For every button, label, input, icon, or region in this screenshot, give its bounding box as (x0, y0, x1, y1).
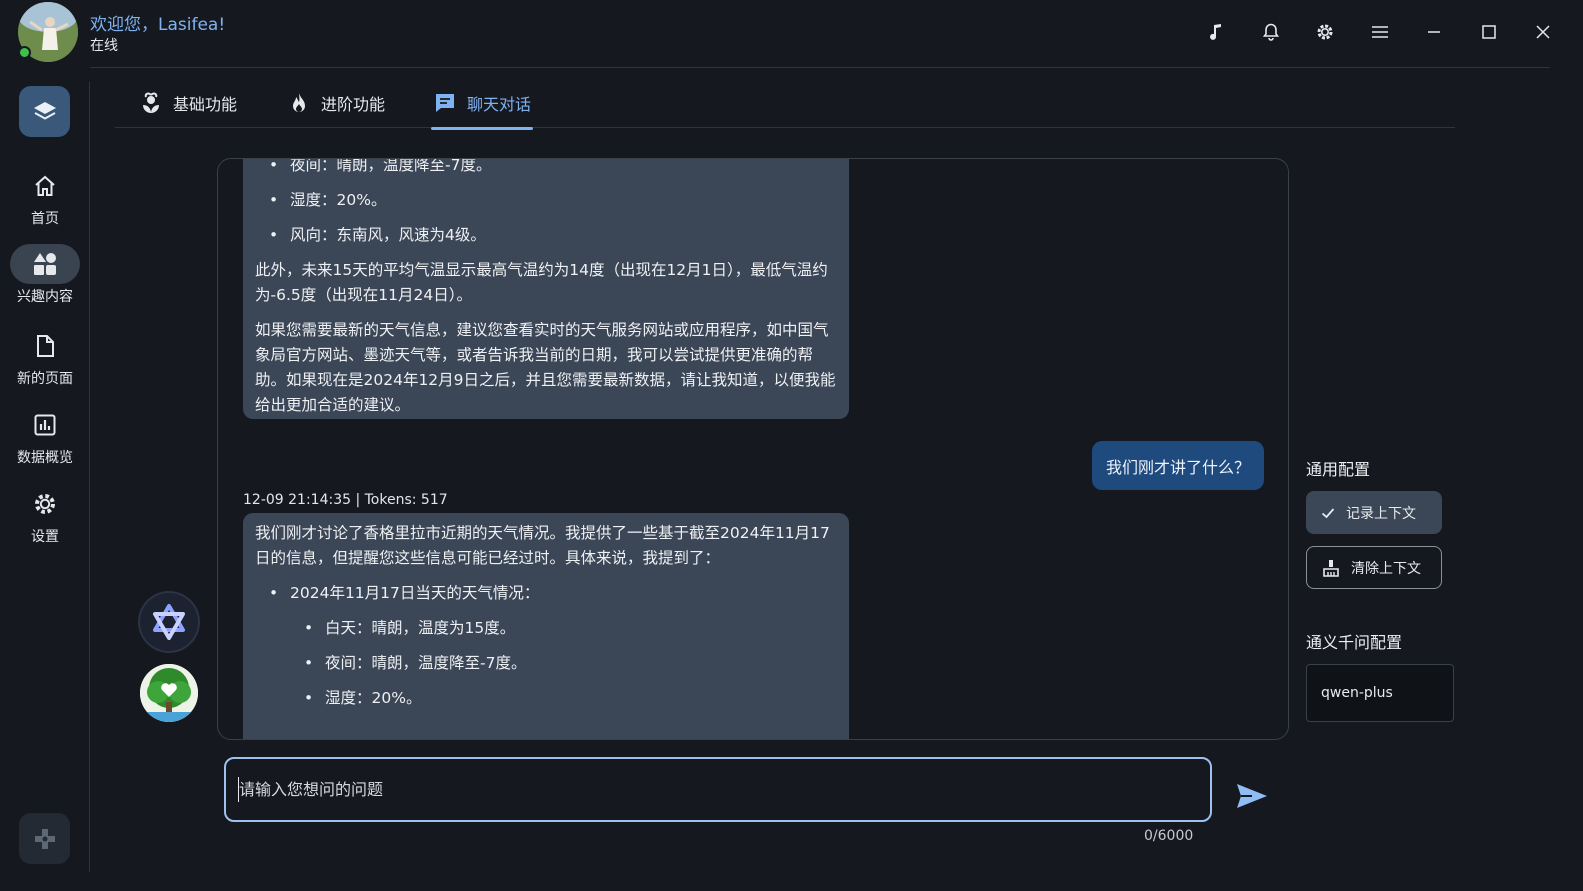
online-status-dot (18, 46, 31, 59)
message-input[interactable] (226, 759, 1210, 820)
sidebar-item-new-page[interactable]: 新的页面 (10, 326, 80, 392)
settings-gear-icon[interactable] (1311, 18, 1339, 46)
title-divider (90, 67, 1550, 68)
tab-label: 基础功能 (173, 95, 238, 114)
text-caret (238, 777, 239, 802)
assistant-message: 我们刚才讨论了香格里拉市近期的天气情况。我提供了一些基于截至2024年11月17… (243, 513, 849, 739)
message-bullet: 风向：东南风，风速为4级。 (255, 223, 837, 248)
assistant-message: 夜间：晴朗，温度降至-7度。 湿度：20%。 风向：东南风，风速为4级。 此外，… (243, 159, 849, 419)
user-message: 我们刚才讲了什么？ (1091, 441, 1264, 490)
general-config-title: 通用配置 (1306, 460, 1371, 479)
close-icon[interactable] (1529, 18, 1557, 46)
tab-advanced-features[interactable]: 进阶功能 (285, 78, 387, 128)
chat-icon (436, 94, 454, 112)
model-select[interactable]: qwen-plus (1306, 664, 1454, 722)
model-value: qwen-plus (1321, 685, 1393, 701)
message-bullet: 夜间：晴朗，温度降至-7度。 (255, 159, 837, 178)
qwen-config-title: 通义千问配置 (1306, 633, 1403, 652)
message-paragraph: 我们刚才讨论了香格里拉市近期的天气情况。我提供了一些基于截至2024年11月17… (255, 524, 830, 567)
sidebar-item-label: 设置 (31, 529, 59, 545)
message-bullet: 湿度：20%。 (255, 188, 837, 213)
sidebar-item-settings[interactable]: 设置 (10, 484, 80, 550)
tab-basic-features[interactable]: 基础功能 (137, 78, 239, 128)
qwen-logo-icon (153, 604, 185, 640)
sidebar-item-data-overview[interactable]: 数据概览 (10, 405, 80, 471)
sidebar-item-interest[interactable]: 兴趣内容 (10, 244, 80, 310)
broom-icon (1323, 559, 1339, 577)
home-icon (35, 175, 55, 196)
tab-label: 聊天对话 (467, 95, 532, 114)
bar-chart-icon (34, 414, 56, 436)
send-button[interactable] (1232, 778, 1272, 814)
send-icon (1237, 784, 1267, 808)
game-button[interactable] (19, 813, 70, 864)
maximize-icon[interactable] (1475, 18, 1503, 46)
gear-icon (35, 494, 55, 514)
heart-tree-icon (140, 664, 198, 722)
online-status-text: 在线 (90, 38, 118, 54)
char-counter: 0/6000 (1144, 828, 1194, 844)
clear-context-button[interactable]: 清除上下文 (1306, 546, 1442, 589)
record-context-label: 记录上下文 (1346, 505, 1416, 522)
message-sub-bullet: 湿度：20%。 (255, 686, 837, 711)
sidebar-item-label: 首页 (31, 211, 59, 227)
sidebar-item-label: 数据概览 (17, 450, 73, 466)
sidebar-item-label: 兴趣内容 (17, 289, 73, 305)
music-note-icon[interactable] (1202, 18, 1230, 46)
message-input-wrapper (224, 757, 1212, 822)
sidebar-divider (89, 82, 90, 872)
record-context-button[interactable]: 记录上下文 (1306, 491, 1442, 534)
check-icon (1321, 507, 1335, 518)
app-logo-button[interactable] (19, 86, 70, 137)
message-meta: 12-09 21:14:35 | Tokens: 517 (243, 492, 448, 508)
document-icon (37, 335, 54, 357)
welcome-text: 欢迎您，Lasifea! (90, 15, 226, 35)
interest-shapes-icon (34, 253, 56, 275)
message-bullet: 2024年11月17日当天的天气情况： (255, 581, 837, 606)
bell-icon[interactable] (1257, 18, 1285, 46)
tab-label: 进阶功能 (321, 95, 386, 114)
gamepad-icon (34, 828, 55, 849)
tree-avatar (140, 664, 198, 722)
menu-icon[interactable] (1366, 18, 1394, 46)
message-sub-bullet: 白天：晴朗，温度为15度。 (255, 616, 837, 641)
message-paragraph: 此外，未来15天的平均气温显示最高气温约为14度（出现在12月1日），最低气温约… (255, 261, 828, 304)
flame-icon (293, 93, 305, 112)
assistant-avatar (140, 593, 198, 651)
plant-icon (143, 92, 159, 113)
clear-context-label: 清除上下文 (1351, 560, 1421, 577)
message-paragraph: 如果您需要最新的天气信息，建议您查看实时的天气服务网站或应用程序，如中国气象局官… (255, 321, 836, 414)
minimize-icon[interactable] (1420, 18, 1448, 46)
layers-icon (33, 101, 56, 120)
sidebar-item-home[interactable]: 首页 (10, 166, 80, 232)
sidebar-item-label: 新的页面 (17, 371, 73, 387)
tab-bar: 基础功能 进阶功能 聊天对话 (115, 78, 1455, 130)
message-sub-bullet: 夜间：晴朗，温度降至-7度。 (255, 651, 837, 676)
tab-chat[interactable]: 聊天对话 (431, 78, 534, 130)
chat-history[interactable]: 夜间：晴朗，温度降至-7度。 湿度：20%。 风向：东南风，风速为4级。 此外，… (217, 158, 1289, 740)
